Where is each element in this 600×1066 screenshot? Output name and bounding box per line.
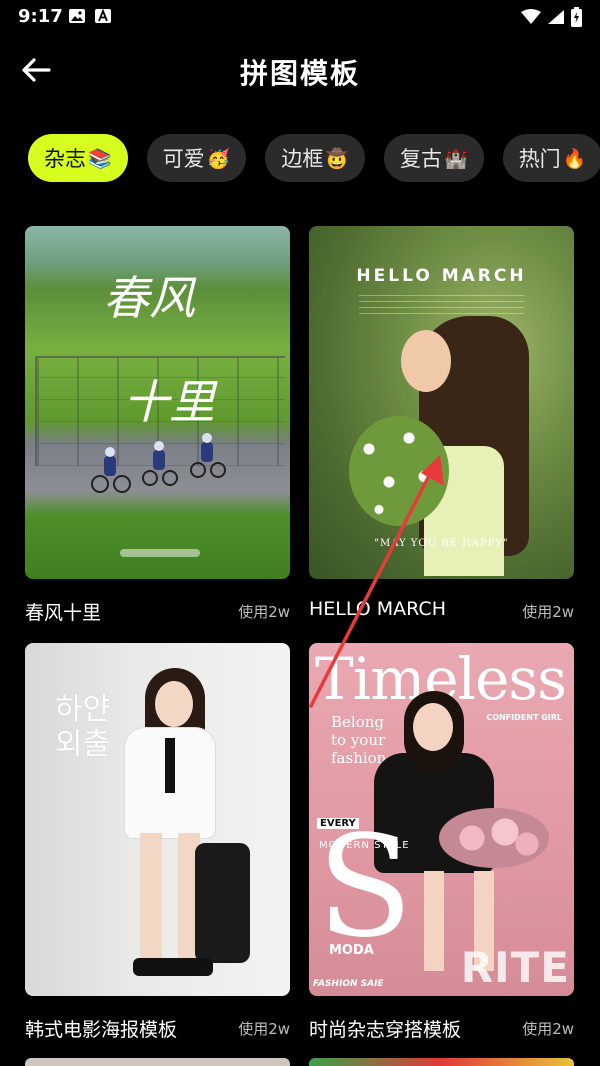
figure-legs: [140, 833, 200, 963]
fire-icon: 🔥: [562, 147, 587, 170]
template-thumbnail[interactable]: 春风 十里: [25, 226, 290, 579]
next-row-peek: [25, 1058, 575, 1066]
poster-every: EVERY: [317, 818, 359, 829]
tab-label: 热门: [518, 147, 561, 171]
signal-icon: [548, 10, 564, 24]
template-title: 时尚杂志穿搭模板: [309, 1019, 462, 1041]
cowboy-face-icon: 🤠: [325, 147, 350, 170]
template-card[interactable]: HELLO MARCH "MAY YOU BE HAPPY" HELLO MAR…: [309, 226, 574, 621]
poster-calligraphy: 春风: [103, 271, 195, 325]
poster-headline: HELLO MARCH: [356, 266, 527, 286]
tab-label: 可爱: [162, 147, 205, 171]
template-usage-count: 使用2w: [522, 603, 574, 621]
image-icon: [69, 9, 85, 23]
template-usage-count: 使用2w: [522, 1020, 574, 1038]
template-thumbnail[interactable]: 하얀 외출: [25, 643, 290, 996]
status-bar: 9:17: [0, 0, 600, 34]
template-usage-count: 使用2w: [238, 603, 290, 621]
figure-jacket: [195, 843, 250, 963]
tab-frame[interactable]: 边框 🤠: [265, 134, 366, 182]
poster-korean-text: 하얀 외출: [55, 692, 111, 762]
template-card[interactable]: 하얀 외출 韩式电影海报模板 使用2w: [25, 643, 290, 1041]
tab-label: 边框: [281, 147, 324, 171]
battery-icon: [571, 7, 582, 27]
rose-bouquet: [439, 808, 549, 868]
tab-magazine[interactable]: 杂志 📚: [28, 134, 128, 182]
poster-calligraphy: 十里: [123, 375, 215, 429]
tab-cute[interactable]: 可爱 🥳: [146, 134, 247, 182]
a-icon: [95, 8, 111, 23]
template-thumbnail-peek[interactable]: [25, 1058, 290, 1066]
wifi-icon: [521, 9, 541, 24]
figure-shoes: [133, 958, 213, 976]
poster-tagline: "MAY YOU BE HAPPY": [374, 538, 509, 549]
page-title: 拼图模板: [239, 57, 360, 90]
poster-modern-style: MODERN STYLE: [319, 840, 410, 851]
poster-big-letter: S: [317, 806, 413, 969]
poster-subtext: [359, 292, 524, 314]
template-card[interactable]: Timeless Belong to your fashion CONFIDEN…: [309, 643, 574, 1041]
figure-face: [155, 681, 193, 727]
poster-badge: CONFIDENT GIRL: [486, 713, 562, 722]
party-face-icon: 🥳: [206, 147, 231, 170]
figure-face: [401, 330, 451, 392]
figure-tie: [165, 738, 175, 793]
cyclists-illustration: [91, 433, 226, 493]
template-thumbnail[interactable]: HELLO MARCH "MAY YOU BE HAPPY": [309, 226, 574, 579]
poster-credits: [120, 549, 200, 557]
poster-moda: MODA: [329, 943, 374, 958]
template-thumbnail[interactable]: Timeless Belong to your fashion CONFIDEN…: [309, 643, 574, 996]
template-title: HELLO MARCH: [309, 598, 446, 620]
template-card[interactable]: 春风 十里 春风十里 使用2w: [25, 226, 290, 624]
tab-label: 杂志: [44, 147, 86, 171]
poster-rite: RITE: [460, 943, 570, 992]
books-icon: 📚: [88, 147, 112, 170]
tab-hot[interactable]: 热门 🔥: [502, 134, 600, 182]
category-tabs: 杂志 📚 可爱 🥳 边框 🤠 复古 🏰 热门 🔥: [28, 134, 600, 182]
flower-bouquet: [349, 416, 449, 526]
template-title: 春风十里: [25, 602, 102, 624]
template-title: 韩式电影海报模板: [25, 1019, 178, 1041]
status-time: 9:17: [18, 6, 63, 27]
template-thumbnail-peek[interactable]: [309, 1058, 574, 1066]
castle-icon: 🏰: [444, 147, 468, 170]
app-header: 拼图模板: [0, 40, 600, 100]
template-usage-count: 使用2w: [238, 1020, 290, 1038]
tab-label: 复古: [400, 147, 443, 171]
figure-face: [413, 703, 453, 751]
tab-retro[interactable]: 复古 🏰: [384, 134, 484, 182]
poster-fashion-saie: FASHION SAIE: [313, 979, 384, 989]
